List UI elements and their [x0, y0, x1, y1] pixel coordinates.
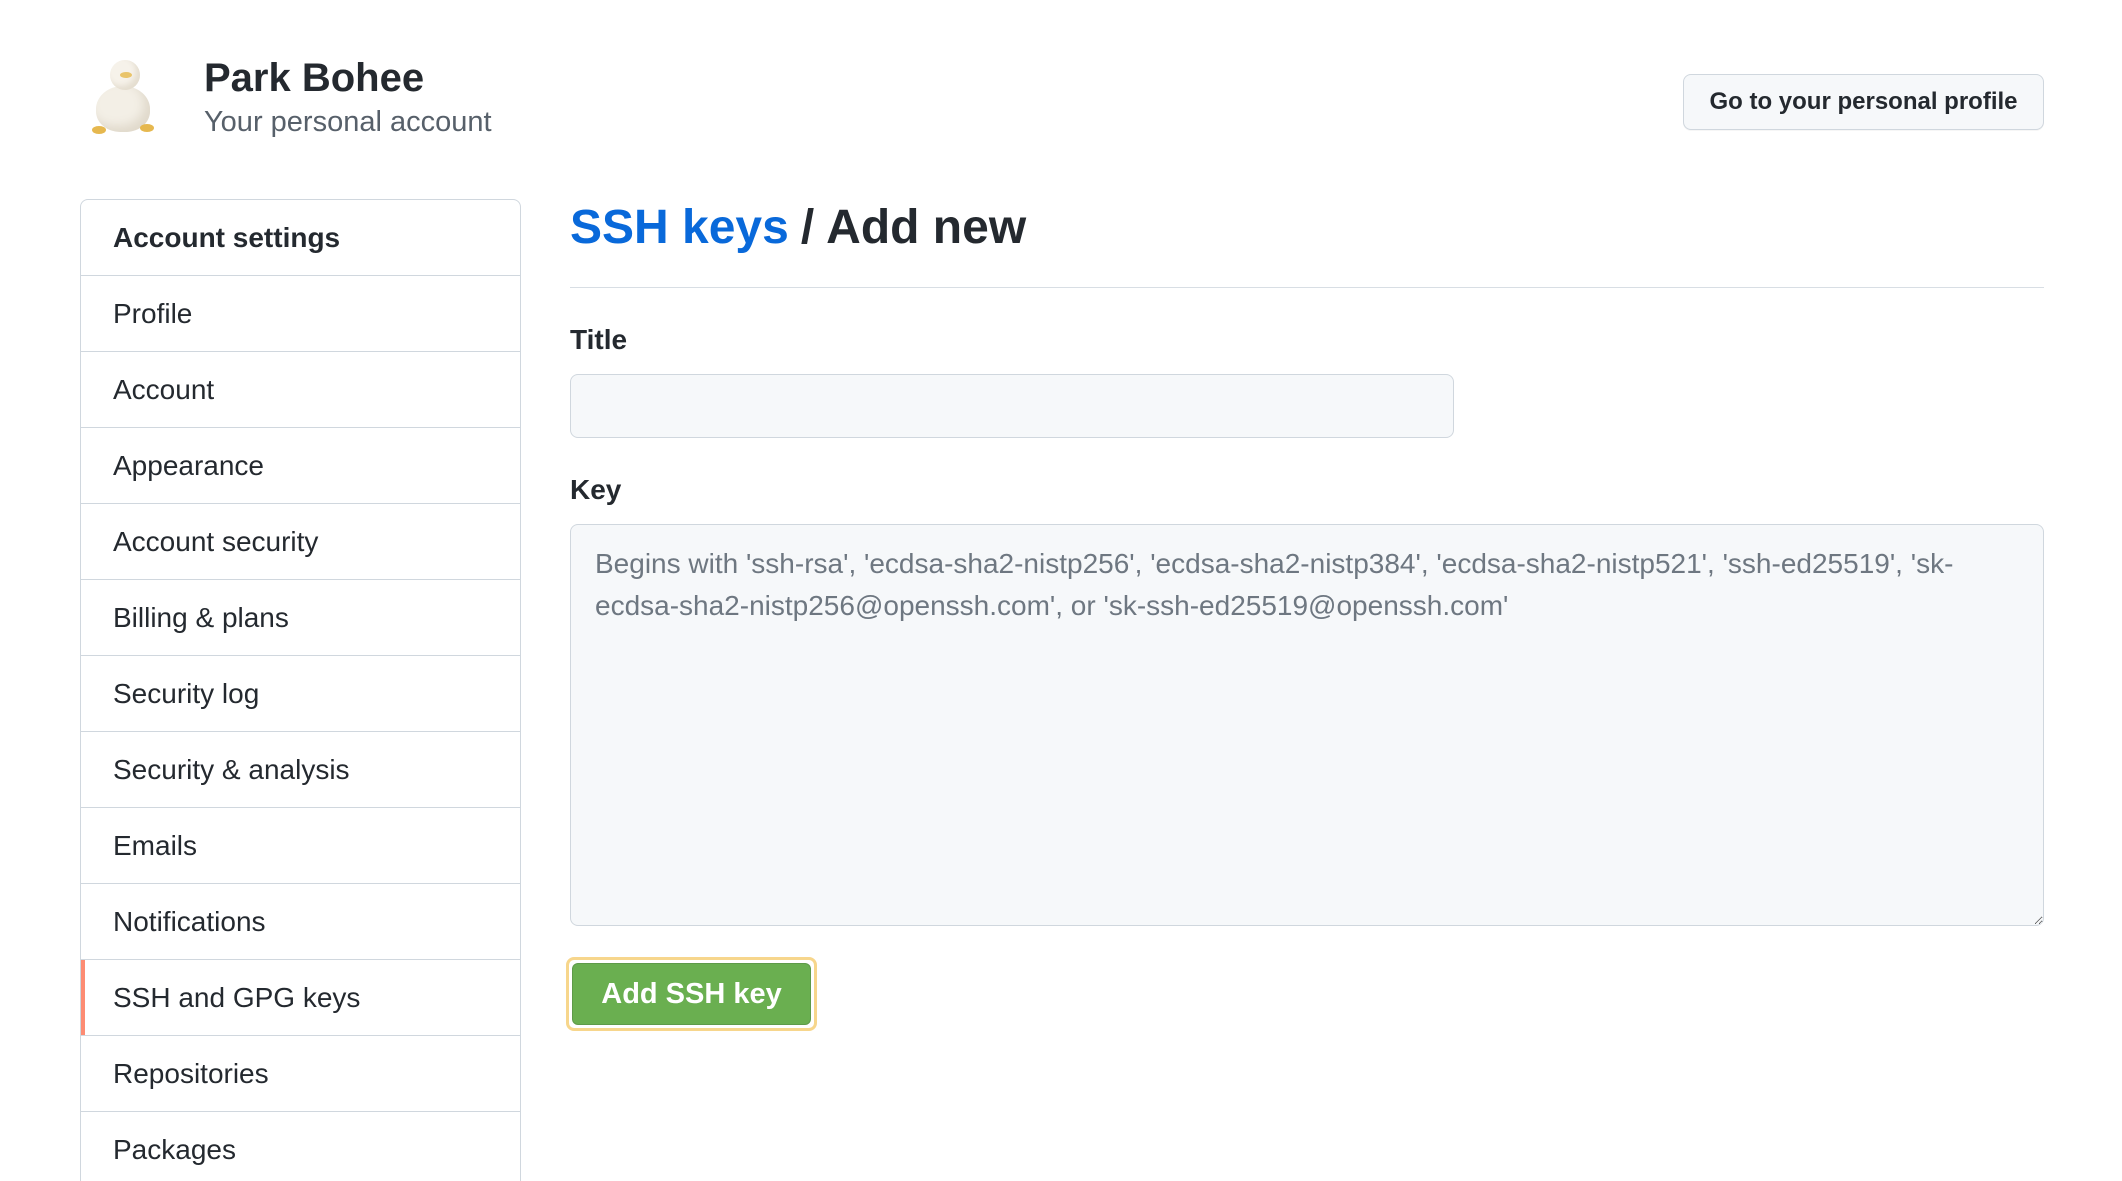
- sidebar-heading: Account settings: [81, 200, 520, 276]
- add-ssh-key-button[interactable]: Add SSH key: [572, 963, 811, 1025]
- sidebar-item-billing-plans[interactable]: Billing & plans: [81, 580, 520, 656]
- key-textarea[interactable]: [570, 524, 2044, 926]
- sidebar-item-appearance[interactable]: Appearance: [81, 428, 520, 504]
- title-input[interactable]: [570, 374, 1454, 438]
- breadcrumb-separator: /: [800, 201, 815, 254]
- sidebar-item-ssh-gpg-keys[interactable]: SSH and GPG keys: [81, 960, 520, 1036]
- sidebar-item-profile[interactable]: Profile: [81, 276, 520, 352]
- sidebar-item-security-analysis[interactable]: Security & analysis: [81, 732, 520, 808]
- sidebar-item-packages[interactable]: Packages: [81, 1112, 520, 1181]
- avatar[interactable]: [80, 52, 170, 142]
- account-type-label: Your personal account: [204, 105, 492, 138]
- breadcrumb-current: Add new: [826, 201, 1027, 254]
- sidebar-item-account[interactable]: Account: [81, 352, 520, 428]
- account-identity: Park Bohee Your personal account: [204, 56, 492, 139]
- sidebar-item-notifications[interactable]: Notifications: [81, 884, 520, 960]
- add-ssh-key-highlight: Add SSH key: [566, 957, 817, 1031]
- sidebar-item-security-log[interactable]: Security log: [81, 656, 520, 732]
- sidebar-item-emails[interactable]: Emails: [81, 808, 520, 884]
- key-label: Key: [570, 474, 622, 505]
- go-to-profile-button[interactable]: Go to your personal profile: [1683, 74, 2044, 130]
- settings-sidebar: Account settings Profile Account Appeara…: [80, 199, 521, 1181]
- title-label: Title: [570, 324, 628, 355]
- user-name[interactable]: Park Bohee: [204, 56, 492, 100]
- account-header: Park Bohee Your personal account: [80, 52, 492, 142]
- main-content: SSH keys / Add new Title Key Add SSH key: [566, 200, 2044, 1031]
- ssh-key-settings-page: Park Bohee Your personal account Go to y…: [0, 0, 2122, 1181]
- breadcrumb-ssh-keys-link[interactable]: SSH keys: [570, 200, 789, 255]
- sidebar-item-repositories[interactable]: Repositories: [81, 1036, 520, 1112]
- sidebar-item-account-security[interactable]: Account security: [81, 504, 520, 580]
- page-title: SSH keys / Add new: [570, 200, 2044, 288]
